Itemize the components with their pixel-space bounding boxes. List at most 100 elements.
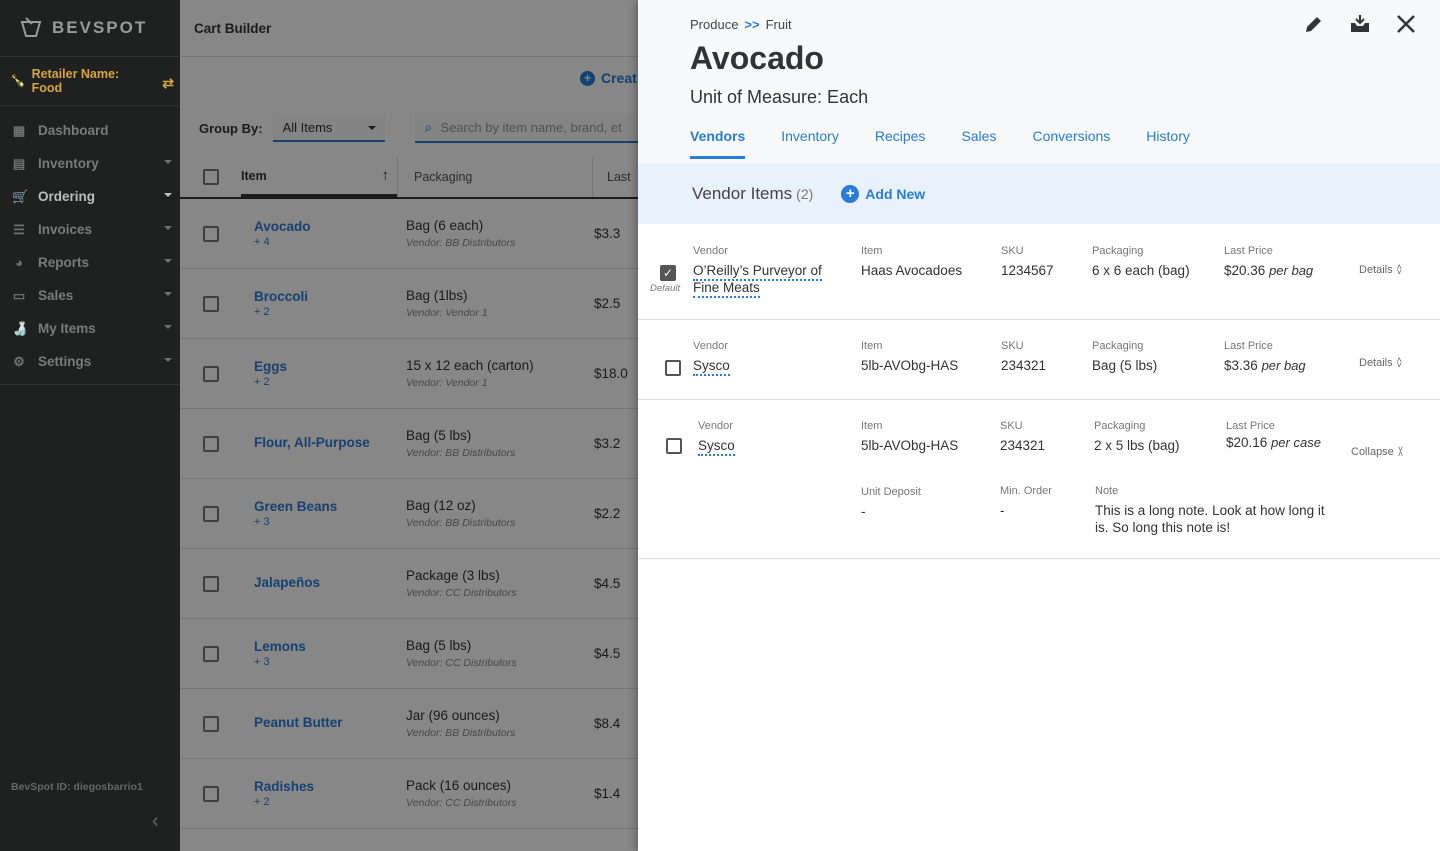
archive-icon[interactable] xyxy=(1348,12,1372,36)
breadcrumb: Produce >> Fruit xyxy=(690,17,792,32)
chevron-down-icon xyxy=(164,325,172,329)
collapse-sidebar-icon[interactable]: ‹ xyxy=(152,810,159,833)
credit-card-icon: ▭ xyxy=(12,287,26,303)
tab-vendors[interactable]: Vendors xyxy=(690,128,746,159)
gear-icon: ⚙ xyxy=(13,353,25,369)
cart-icon: 🛒 xyxy=(12,188,29,204)
default-checkbox[interactable] xyxy=(666,438,682,454)
vendor-name-link[interactable]: Sysco xyxy=(698,438,735,456)
details-toggle[interactable]: Details ˄ ˅ xyxy=(1359,263,1402,277)
packaging-label: Packaging xyxy=(1092,245,1144,257)
details-toggle[interactable]: Details ˄ ˅ xyxy=(1359,355,1402,370)
panel-actions xyxy=(1302,12,1418,36)
vendor-label: Vendor xyxy=(693,245,728,257)
sidebar-item-sales[interactable]: ▭ Sales xyxy=(0,279,180,312)
bottle-icon: 🍶 xyxy=(12,320,29,336)
default-checkbox[interactable] xyxy=(665,360,681,376)
chevron-down-icon xyxy=(164,160,172,164)
price-unit: per bag xyxy=(1261,358,1306,373)
item-value: 5lb-AVObg-HAS xyxy=(861,438,959,453)
vendor-item-row: ✓ Default Vendor O’Reilly’s Purveyor of F… xyxy=(638,224,1440,320)
sidebar-item-dashboard[interactable]: ▦ Dashboard xyxy=(0,114,180,147)
brand-name: BEVSPOT xyxy=(52,18,148,37)
vendor-name-link[interactable]: O’Reilly’s Purveyor of Fine Meats xyxy=(693,263,822,298)
retailer-name: Retailer Name: Food xyxy=(31,67,120,95)
item-title: Avocado xyxy=(690,40,824,76)
panel-header: Produce >> Fruit Avocado Unit of Measure… xyxy=(638,0,1440,163)
sidebar-item-label: Sales xyxy=(38,288,74,303)
bottle-icon: 🍾 xyxy=(10,73,26,88)
add-new-button[interactable]: + Add New xyxy=(841,184,925,203)
bevspot-id: BevSpot ID: diegosbarrio1 xyxy=(11,781,143,793)
vendor-label: Vendor xyxy=(698,420,733,432)
sidebar-item-label: Settings xyxy=(38,354,92,369)
tab-recipes[interactable]: Recipes xyxy=(875,128,926,159)
sku-label: SKU xyxy=(1000,420,1023,432)
plus-circle-icon: + xyxy=(841,184,860,203)
price-value: $3.36 xyxy=(1224,358,1258,373)
price-unit: per bag xyxy=(1269,263,1314,278)
unit-deposit-value: - xyxy=(861,504,866,519)
tab-inventory[interactable]: Inventory xyxy=(781,128,839,159)
edit-pencil-icon[interactable] xyxy=(1302,12,1326,36)
sidebar-item-label: Reports xyxy=(38,255,90,270)
collapse-label: Collapse xyxy=(1351,446,1394,458)
sidebar-item-reports[interactable]: ◕ Reports xyxy=(0,246,180,279)
unit-of-measure: Unit of Measure: Each xyxy=(690,87,869,107)
vendor-name-link[interactable]: Sysco xyxy=(693,358,730,376)
pie-chart-icon: ◕ xyxy=(15,254,23,270)
packaging-label: Packaging xyxy=(1094,420,1146,432)
swap-icon[interactable]: ⇄ xyxy=(162,75,174,92)
last-price-label: Last Price xyxy=(1226,420,1275,432)
collapse-toggle[interactable]: Collapse ˅ ˄ xyxy=(1351,444,1404,459)
sidebar-item-label: Invoices xyxy=(38,222,93,237)
sku-label: SKU xyxy=(1001,340,1024,352)
panel-tabs: Vendors Inventory Recipes Sales Conversi… xyxy=(690,128,1190,159)
default-checkbox[interactable]: ✓ xyxy=(660,265,676,281)
close-icon[interactable] xyxy=(1394,12,1418,36)
tab-conversions[interactable]: Conversions xyxy=(1032,128,1110,159)
retailer-switcher[interactable]: 🍾 Retailer Name: Food ⇄ xyxy=(0,56,180,106)
breadcrumb-fruit[interactable]: Fruit xyxy=(766,17,792,32)
last-price-label: Last Price xyxy=(1224,245,1273,257)
modal-backdrop[interactable] xyxy=(180,0,638,851)
sidebar-item-invoices[interactable]: ☰ Invoices xyxy=(0,213,180,246)
chevron-down-icon xyxy=(164,193,172,197)
logo-icon xyxy=(20,17,42,37)
expand-chevron-icon: ˄ ˅ xyxy=(1396,355,1402,370)
sidebar-item-my-items[interactable]: 🍶 My Items xyxy=(0,312,180,345)
item-label: Item xyxy=(861,420,883,432)
chevron-down-icon xyxy=(164,259,172,263)
clipboard-icon: ▤ xyxy=(12,155,26,171)
chevron-down-icon xyxy=(164,292,172,296)
vendor-items-title: Vendor Items xyxy=(692,183,793,203)
breadcrumb-produce[interactable]: Produce xyxy=(690,17,738,32)
breadcrumb-separator-icon: >> xyxy=(744,17,760,32)
item-label: Item xyxy=(861,340,883,352)
sku-value: 234321 xyxy=(1001,358,1047,373)
sku-value: 1234567 xyxy=(1001,263,1054,278)
note-value: This is a long note. Look at how long it… xyxy=(1095,503,1325,535)
packaging-value: Bag (5 lbs) xyxy=(1092,358,1158,373)
tab-history[interactable]: History xyxy=(1146,128,1190,159)
note-label: Note xyxy=(1095,485,1119,497)
sidebar-item-settings[interactable]: ⚙ Settings xyxy=(0,345,180,378)
sidebar-item-label: Dashboard xyxy=(38,123,109,138)
last-price-label: Last Price xyxy=(1224,340,1273,352)
collapse-chevron-icon: ˅ ˄ xyxy=(1397,444,1404,459)
vendor-items-heading: Vendor Items (2) xyxy=(692,184,813,204)
details-label: Details xyxy=(1359,264,1393,276)
tab-sales[interactable]: Sales xyxy=(961,128,996,159)
sidebar-item-ordering[interactable]: 🛒 Ordering xyxy=(0,180,180,213)
sidebar: BEVSPOT 🍾 Retailer Name: Food ⇄ ▦ Dashboa… xyxy=(0,0,180,851)
brand-logo[interactable]: BEVSPOT xyxy=(0,0,180,56)
price-value: $20.36 xyxy=(1224,263,1266,278)
packaging-label: Packaging xyxy=(1092,340,1144,352)
invoice-icon: ☰ xyxy=(13,221,25,237)
vendor-item-row-expanded: Vendor Sysco Item 5lb-AVObg-HAS SKU 234321 … xyxy=(638,400,1440,559)
min-order-value: - xyxy=(1000,503,1005,518)
price-value: $20.16 xyxy=(1226,435,1268,450)
price-unit: per case xyxy=(1271,435,1321,450)
sidebar-item-inventory[interactable]: ▤ Inventory xyxy=(0,147,180,180)
details-label: Details xyxy=(1359,357,1393,369)
